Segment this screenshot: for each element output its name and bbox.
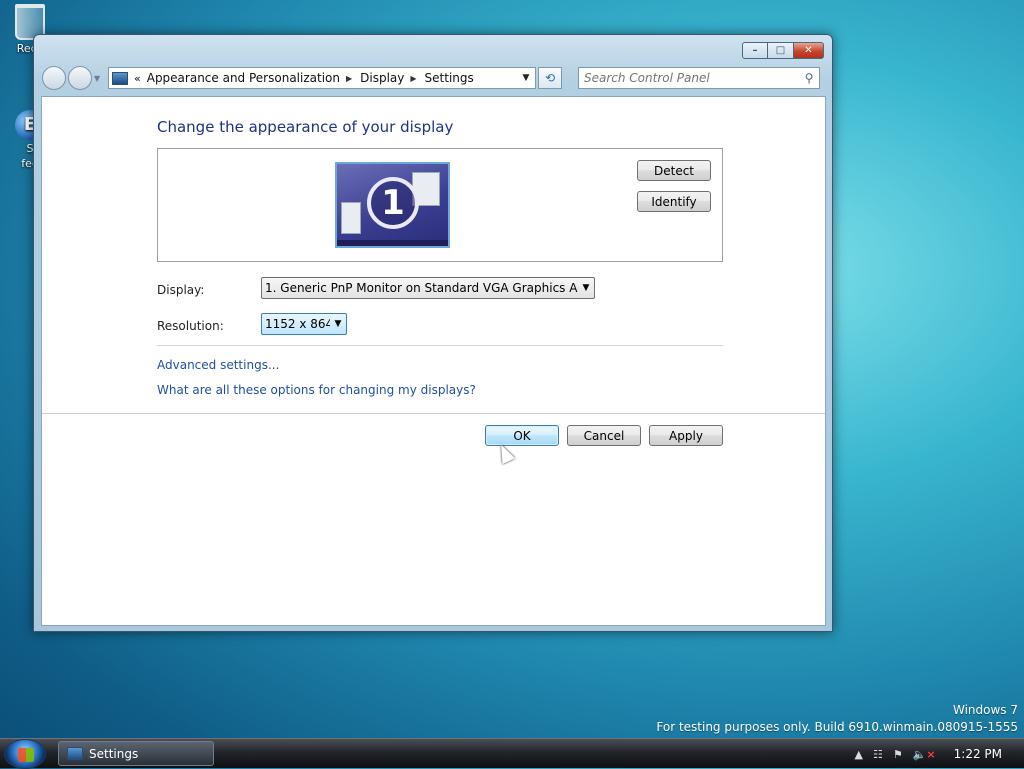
watermark-build: For testing purposes only. Build 6910.wi… <box>656 719 1018 736</box>
maximize-button[interactable]: □ <box>768 42 794 59</box>
caption-buttons: – □ ✕ <box>742 42 824 59</box>
display-help-link[interactable]: What are all these options for changing … <box>157 383 476 397</box>
breadcrumb-arrow-icon[interactable]: ▶ <box>346 74 352 83</box>
preview-window-icon <box>341 202 361 234</box>
ok-button[interactable]: OK <box>485 425 559 446</box>
breadcrumb-arrow-icon[interactable]: ▶ <box>410 74 416 83</box>
display-select-value: 1. Generic PnP Monitor on Standard VGA G… <box>265 281 578 295</box>
breadcrumb-display[interactable]: Display <box>360 71 404 85</box>
taskbar-item-settings[interactable]: Settings <box>58 741 214 766</box>
cancel-button[interactable]: Cancel <box>567 425 641 446</box>
search-box[interactable]: ⚲ <box>578 67 820 89</box>
search-input[interactable] <box>584 69 799 87</box>
resolution-select[interactable]: 1152 x 864 ▼ <box>261 313 347 335</box>
action-center-icon[interactable]: ⚑ <box>893 748 903 761</box>
monitor-number: 1 <box>367 177 419 229</box>
taskbar-item-label: Settings <box>89 747 138 761</box>
chevron-down-icon: ▼ <box>330 319 346 329</box>
display-label: Display: <box>157 283 204 297</box>
resolution-select-value: 1152 x 864 <box>265 317 330 331</box>
address-dropdown-icon[interactable]: ▼ <box>517 73 535 83</box>
navigation-bar: ▼ « Appearance and Personalization ▶ Dis… <box>42 65 824 91</box>
back-button[interactable] <box>42 66 66 90</box>
settings-window: – □ ✕ ▼ « Appearance and Personalization… <box>33 34 833 632</box>
advanced-settings-link[interactable]: Advanced settings... <box>157 358 279 372</box>
taskbar: Settings ▲ ☷ ⚑ 🔈× 1:22 PM <box>0 738 1024 768</box>
address-bar[interactable]: « Appearance and Personalization ▶ Displ… <box>108 67 536 89</box>
monitor-1-thumbnail[interactable]: 1 <box>335 162 450 248</box>
system-tray: ▲ ☷ ⚑ 🔈× 1:22 PM <box>855 739 1024 769</box>
detect-button[interactable]: Detect <box>637 160 711 181</box>
start-button[interactable] <box>4 739 46 769</box>
address-overflow-chevron[interactable]: « <box>134 72 141 85</box>
refresh-icon: ⟲ <box>545 71 555 85</box>
page-title: Change the appearance of your display <box>157 118 453 136</box>
divider <box>157 345 723 346</box>
close-button[interactable]: ✕ <box>794 42 824 59</box>
apply-button[interactable]: Apply <box>649 425 723 446</box>
network-icon[interactable]: ☷ <box>873 748 883 761</box>
minimize-button[interactable]: – <box>742 42 768 59</box>
build-watermark: Windows 7 For testing purposes only. Bui… <box>656 702 1018 736</box>
divider <box>42 413 825 414</box>
monitor-preview-box: 1 Detect Identify <box>157 148 723 262</box>
clock[interactable]: 1:22 PM <box>954 747 1002 761</box>
windows-logo-icon <box>18 748 34 762</box>
search-icon[interactable]: ⚲ <box>799 71 819 85</box>
chevron-down-icon: ▼ <box>578 283 594 293</box>
control-panel-icon <box>67 747 83 760</box>
refresh-button[interactable]: ⟲ <box>538 67 562 89</box>
forward-button[interactable] <box>68 66 92 90</box>
volume-muted-icon[interactable]: 🔈× <box>913 748 936 761</box>
control-panel-icon <box>112 72 128 85</box>
identify-button[interactable]: Identify <box>637 191 711 212</box>
recent-pages-chevron-down-icon[interactable]: ▼ <box>94 74 104 83</box>
content-pane: Change the appearance of your display 1 … <box>41 96 826 626</box>
breadcrumb-appearance[interactable]: Appearance and Personalization <box>147 71 340 85</box>
preview-taskbar <box>337 240 448 246</box>
display-select[interactable]: 1. Generic PnP Monitor on Standard VGA G… <box>261 277 595 299</box>
watermark-os: Windows 7 <box>656 702 1018 719</box>
show-hidden-icons-icon[interactable]: ▲ <box>855 748 863 761</box>
breadcrumb-settings[interactable]: Settings <box>425 71 474 85</box>
resolution-label: Resolution: <box>157 319 224 333</box>
